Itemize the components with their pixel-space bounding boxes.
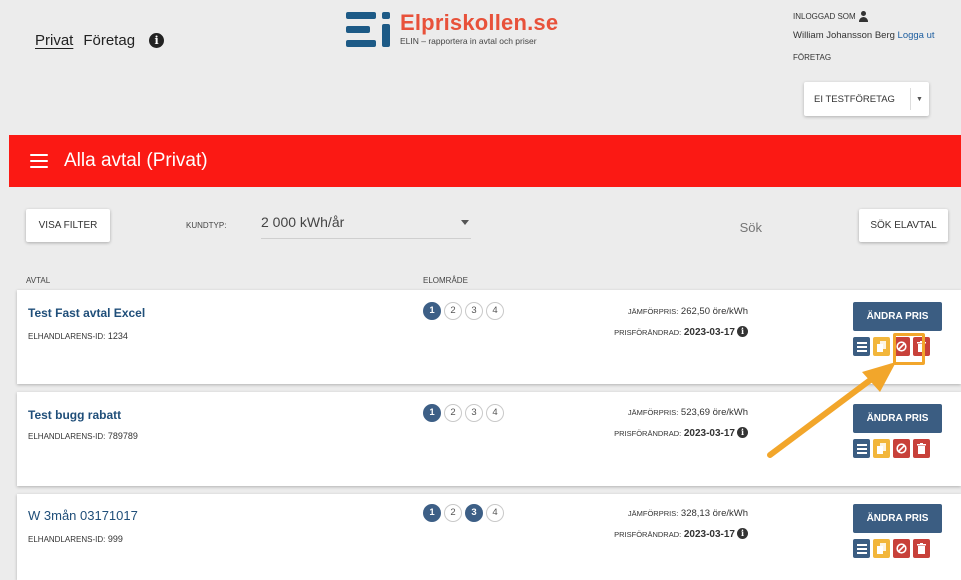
changed-label: PRISFÖRÄNDRAD: [614,429,682,438]
company-select-value: EI TESTFÖRETAG [814,93,895,105]
segment-nav: Privat Företag i [35,32,165,49]
agreement-id-value: 1234 [107,331,128,341]
agreement-card: Test Fast avtal Excel ELHANDLARENS-ID: 1… [17,290,961,384]
nav-privat[interactable]: Privat [35,32,73,49]
area-badge: 1 [423,404,441,422]
kundtyp-select[interactable]: 2 000 kWh/år [261,212,471,239]
price-info: JÄMFÖRPRIS: 262,50 öre/kWh PRISFÖRÄNDRAD… [614,306,748,338]
list-icon[interactable] [853,439,870,458]
trash-icon[interactable] [913,439,930,458]
logo-subtitle: ELIN – rapportera in avtal och priser [400,36,537,46]
agreement-card: W 3mån 03171017 ELHANDLARENS-ID: 999 1 2… [17,494,961,580]
price-label: JÄMFÖRPRIS: [627,307,679,316]
search-agreements-button[interactable]: SÖK ELAVTAL [859,209,948,242]
highlight-box [893,333,925,365]
logged-in-label: INLOGGAD SOM [793,12,856,21]
changed-date: 2023-03-17 [683,529,735,540]
list-icon[interactable] [853,337,870,356]
page-title: Alla avtal (Privat) [64,150,208,171]
area-indicators: 1 2 3 4 [423,404,504,422]
area-badge: 1 [423,504,441,522]
logo-title: Elpriskollen.se [400,10,559,35]
agreement-id: ELHANDLARENS-ID: 1234 [28,331,128,341]
copy-icon[interactable] [873,539,890,558]
area-badge: 2 [444,504,462,522]
price-label: JÄMFÖRPRIS: [627,408,679,417]
price-value: 523,69 öre/kWh [680,407,748,418]
site-logo[interactable]: Elpriskollen.se ELIN – rapportera in avt… [346,12,558,48]
agreement-id-label: ELHANDLARENS-ID: [28,432,106,441]
area-badge: 4 [486,504,504,522]
agreement-name[interactable]: W 3mån 03171017 [28,508,138,523]
copy-icon[interactable] [873,439,890,458]
company-select[interactable]: EI TESTFÖRETAG ▼ [804,82,929,116]
ei-logo-icon [346,12,394,48]
agreement-card: Test bugg rabatt ELHANDLARENS-ID: 789789… [17,392,961,486]
agreement-id-value: 789789 [107,431,138,441]
area-badge: 2 [444,404,462,422]
agreement-id: ELHANDLARENS-ID: 789789 [28,431,138,441]
kundtyp-label: KUNDTYP: [186,221,227,230]
area-badge: 3 [465,302,483,320]
column-header-elomrade: ELOMRÅDE [423,276,468,285]
title-bar: Alla avtal (Privat) [9,135,961,187]
user-icon [858,11,869,22]
change-price-button[interactable]: ÄNDRA PRIS [853,404,942,433]
block-icon[interactable] [893,539,910,558]
price-value: 262,50 öre/kWh [680,306,748,317]
change-price-button[interactable]: ÄNDRA PRIS [853,302,942,331]
agreement-name[interactable]: Test bugg rabatt [28,408,121,422]
changed-label: PRISFÖRÄNDRAD: [614,530,682,539]
agreement-id-label: ELHANDLARENS-ID: [28,332,106,341]
user-name: William Johansson Berg [793,30,895,41]
info-icon[interactable]: i [737,528,748,539]
agreement-id: ELHANDLARENS-ID: 999 [28,534,123,544]
action-icons [853,439,930,458]
block-icon[interactable] [893,439,910,458]
price-info: JÄMFÖRPRIS: 523,69 öre/kWh PRISFÖRÄNDRAD… [614,407,748,439]
top-header: Privat Företag i Elpriskollen.se ELIN – … [9,0,961,135]
area-badge: 3 [465,404,483,422]
hamburger-icon[interactable] [30,154,48,168]
agreement-name[interactable]: Test Fast avtal Excel [28,306,145,320]
action-icons [853,539,930,558]
company-label: FÖRETAG [793,53,832,62]
chevron-down-icon: ▼ [910,88,928,110]
trash-icon[interactable] [913,539,930,558]
area-indicators: 1 2 3 4 [423,504,504,522]
copy-icon[interactable] [873,337,890,356]
caret-down-icon [461,220,469,225]
changed-date: 2023-03-17 [683,327,735,338]
kundtyp-value: 2 000 kWh/år [261,214,345,230]
area-badge: 4 [486,302,504,320]
price-label: JÄMFÖRPRIS: [627,509,679,518]
logout-link[interactable]: Logga ut [898,30,935,41]
info-icon[interactable]: i [737,427,748,438]
filter-row: VISA FILTER KUNDTYP: 2 000 kWh/år SÖK EL… [9,187,961,262]
user-box: INLOGGAD SOM William Johansson Berg Logg… [793,11,961,116]
agreement-id-value: 999 [107,534,123,544]
area-badge: 3 [465,504,483,522]
agreement-id-label: ELHANDLARENS-ID: [28,535,106,544]
price-info: JÄMFÖRPRIS: 328,13 öre/kWh PRISFÖRÄNDRAD… [614,508,748,540]
area-badge: 1 [423,302,441,320]
price-value: 328,13 öre/kWh [680,508,748,519]
column-header-avtal: AVTAL [26,276,51,285]
nav-foretag[interactable]: Företag [83,32,135,49]
info-icon[interactable]: i [737,326,748,337]
area-badge: 4 [486,404,504,422]
area-indicators: 1 2 3 4 [423,302,504,320]
list-icon[interactable] [853,539,870,558]
search-input[interactable] [572,215,762,239]
changed-date: 2023-03-17 [683,428,735,439]
changed-label: PRISFÖRÄNDRAD: [614,328,682,337]
change-price-button[interactable]: ÄNDRA PRIS [853,504,942,533]
area-badge: 2 [444,302,462,320]
info-icon[interactable]: i [149,33,165,48]
show-filter-button[interactable]: VISA FILTER [26,209,110,242]
